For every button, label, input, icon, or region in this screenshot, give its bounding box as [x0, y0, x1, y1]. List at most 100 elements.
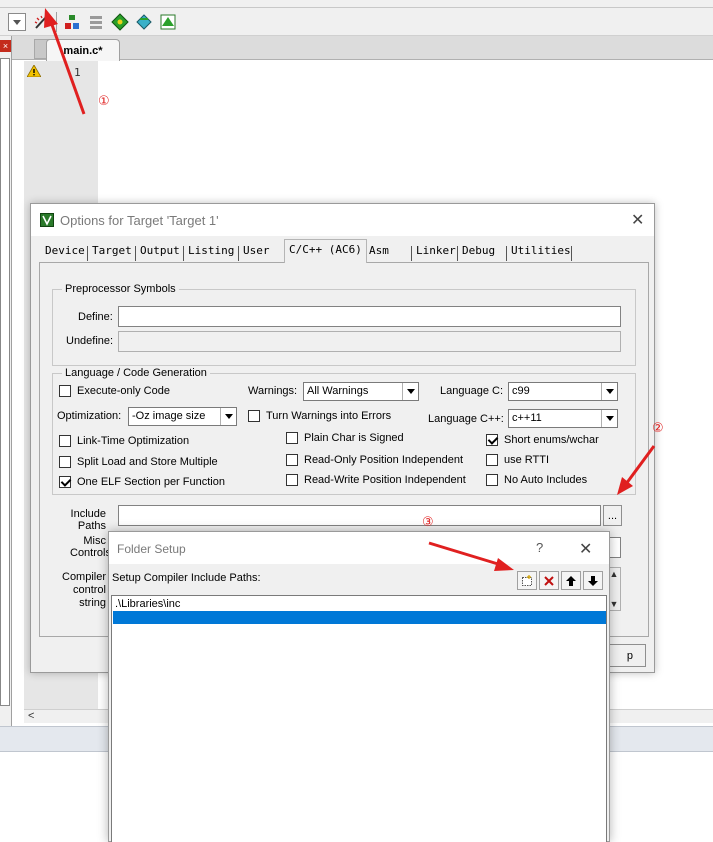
plain-char-box[interactable]: [286, 432, 298, 444]
lto-checkbox[interactable]: Link-Time Optimization: [59, 435, 189, 447]
warnings-value: All Warnings: [307, 385, 369, 397]
split-load-checkbox[interactable]: Split Load and Store Multiple: [59, 456, 218, 468]
tab-asm[interactable]: Asm: [366, 244, 389, 261]
tab-target[interactable]: Target: [89, 244, 132, 261]
options-for-target-icon[interactable]: [32, 12, 52, 32]
optimization-label: Optimization:: [57, 410, 122, 422]
optimization-select[interactable]: -Oz image size: [128, 407, 237, 426]
tab-c-cpp-ac6[interactable]: C/C++ (AC6): [284, 239, 367, 263]
short-enums-label: Short enums/wchar: [504, 434, 599, 446]
language-cpp-select[interactable]: c++11: [508, 409, 618, 428]
keil-logo-icon: [40, 213, 54, 227]
target-dropdown-icon[interactable]: [8, 13, 26, 31]
line-number: 1: [74, 66, 81, 79]
ro-pi-box[interactable]: [286, 454, 298, 466]
one-elf-checkbox[interactable]: One ELF Section per Function: [59, 476, 225, 488]
language-c-label: Language C:: [440, 385, 503, 397]
scroll-down-icon[interactable]: ▼: [610, 599, 619, 609]
ro-pi-checkbox[interactable]: Read-Only Position Independent: [286, 454, 463, 466]
select-packs-icon[interactable]: [134, 12, 154, 32]
new-folder-button[interactable]: [517, 571, 537, 590]
list-item[interactable]: .\Libraries\inc: [115, 598, 180, 610]
manage-project-items-icon[interactable]: [62, 12, 82, 32]
no-auto-includes-checkbox[interactable]: No Auto Includes: [486, 474, 587, 486]
no-auto-includes-box[interactable]: [486, 474, 498, 486]
turn-warnings-label: Turn Warnings into Errors: [266, 410, 392, 422]
folder-setup-dialog: Folder Setup ? ✕ Setup Compiler Include …: [108, 531, 610, 842]
close-icon[interactable]: ✕: [579, 539, 592, 559]
tab-separator: [238, 246, 239, 261]
tab-listing[interactable]: Listing: [185, 244, 234, 261]
close-icon[interactable]: ✕: [631, 210, 644, 230]
scroll-left-icon[interactable]: <: [28, 710, 34, 722]
include-paths-label-line2: Paths: [77, 520, 106, 532]
help-icon[interactable]: ?: [536, 540, 543, 555]
tab-device[interactable]: Device: [42, 244, 85, 261]
delete-button[interactable]: [539, 571, 559, 590]
undefine-label: Undefine:: [66, 335, 114, 347]
lto-box[interactable]: [59, 435, 71, 447]
manage-rte-icon[interactable]: [158, 12, 178, 32]
tab-linker[interactable]: Linker: [413, 244, 456, 261]
chevron-down-icon[interactable]: [220, 408, 236, 425]
chevron-down-icon[interactable]: [601, 410, 617, 427]
scroll-up-icon[interactable]: ▲: [610, 569, 619, 579]
tab-output[interactable]: Output: [137, 244, 180, 261]
warning-icon: [26, 64, 42, 78]
arrow-down-icon: [588, 575, 598, 586]
execute-only-checkbox[interactable]: Execute-only Code: [59, 385, 170, 397]
file-extensions-icon[interactable]: [86, 12, 106, 32]
no-auto-includes-label: No Auto Includes: [504, 474, 588, 486]
short-enums-checkbox[interactable]: Short enums/wchar: [486, 434, 599, 446]
split-load-box[interactable]: [59, 456, 71, 468]
tab-debug[interactable]: Debug: [459, 244, 495, 261]
language-c-value: c99: [512, 385, 530, 397]
move-up-button[interactable]: [561, 571, 581, 590]
build-toolbar: [0, 8, 713, 36]
pack-installer-icon[interactable]: [110, 12, 130, 32]
move-down-button[interactable]: [583, 571, 603, 590]
preprocessor-group-label: Preprocessor Symbols: [62, 283, 179, 295]
tab-separator: [571, 246, 572, 261]
plain-char-checkbox[interactable]: Plain Char is Signed: [286, 432, 404, 444]
one-elf-box[interactable]: [59, 476, 71, 488]
language-c-select[interactable]: c99: [508, 382, 618, 401]
rw-pi-checkbox[interactable]: Read-Write Position Independent: [286, 474, 466, 486]
tab-separator: [135, 246, 136, 261]
folder-setup-title: Folder Setup: [117, 542, 186, 556]
rw-pi-box[interactable]: [286, 474, 298, 486]
turn-warnings-box[interactable]: [248, 410, 260, 422]
include-paths-list[interactable]: .\Libraries\inc: [111, 595, 607, 842]
turn-warnings-checkbox[interactable]: Turn Warnings into Errors: [248, 410, 391, 422]
chevron-down-icon[interactable]: [601, 383, 617, 400]
help-button-label: p: [626, 649, 633, 662]
warnings-label: Warnings:: [248, 385, 298, 397]
rtti-box[interactable]: [486, 454, 498, 466]
include-paths-label-line1: Include: [70, 508, 106, 520]
new-insert-icon: [522, 574, 532, 586]
short-enums-box[interactable]: [486, 434, 498, 446]
annotation-marker-2: ②: [652, 420, 664, 435]
project-panel-scrollbar[interactable]: [0, 58, 10, 706]
tab-utilities[interactable]: Utilities: [508, 244, 571, 261]
tab-main-c[interactable]: main.c*: [46, 39, 120, 61]
list-item-new-selected[interactable]: [113, 611, 606, 624]
execute-only-box[interactable]: [59, 385, 71, 397]
execute-only-label: Execute-only Code: [77, 385, 170, 397]
undefine-input[interactable]: [118, 331, 621, 352]
tab-user[interactable]: User: [240, 244, 270, 261]
delete-icon: [544, 575, 554, 586]
chevron-down-icon[interactable]: [402, 383, 418, 400]
tab-separator: [506, 246, 507, 261]
compiler-string-label-line2: control: [72, 584, 106, 596]
tab-separator: [183, 246, 184, 261]
include-paths-input[interactable]: [118, 505, 601, 526]
include-paths-browse-button[interactable]: ...: [603, 505, 622, 526]
panel-close-icon[interactable]: ×: [0, 40, 11, 52]
rtti-checkbox[interactable]: use RTTI: [486, 454, 549, 466]
define-input[interactable]: [118, 306, 621, 327]
preprocessor-group: [52, 289, 636, 366]
tab-main-c-label: main.c*: [63, 44, 103, 57]
warnings-select[interactable]: All Warnings: [303, 382, 419, 401]
misc-controls-label-line2: Controls: [70, 547, 111, 559]
